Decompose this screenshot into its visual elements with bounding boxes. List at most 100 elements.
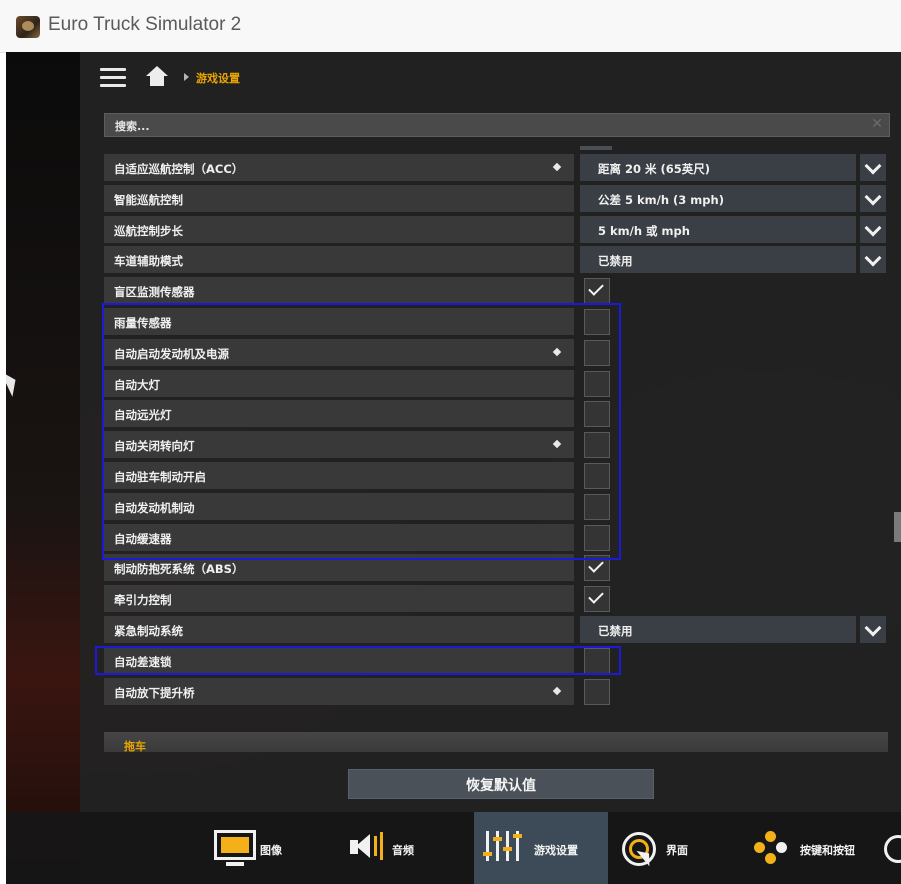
dropdown-value-box[interactable]: 已禁用	[580, 616, 856, 643]
setting-row[interactable]: 自动发动机制动	[104, 493, 574, 520]
setting-label: 牵引力控制	[114, 593, 172, 607]
setting-dropdown[interactable]: 已禁用	[580, 246, 886, 273]
checkbox-unchecked[interactable]	[584, 648, 610, 674]
scrollbar[interactable]	[894, 512, 901, 542]
dropdown-value-box[interactable]: 5 km/h 或 mph	[580, 216, 856, 243]
nav-controls[interactable]: 按键和按钮	[750, 812, 870, 884]
nav-gameplay[interactable]: 游戏设置	[474, 812, 608, 884]
chevron-down-icon[interactable]	[860, 246, 886, 273]
more-nav-icon[interactable]	[884, 835, 901, 863]
search-input[interactable]: 搜索... ✕	[104, 113, 890, 137]
nav-audio[interactable]: 音频	[342, 812, 432, 884]
speaker-cone-icon	[356, 834, 370, 858]
chevron-down-icon[interactable]	[860, 616, 886, 643]
reset-defaults-label: 恢复默认值	[466, 778, 536, 794]
nav-graphics[interactable]: 图像	[206, 812, 296, 884]
clear-search-icon[interactable]: ✕	[871, 116, 883, 132]
setting-label: 自动大灯	[114, 378, 160, 392]
sound-wave-icon	[380, 832, 383, 860]
section-title: 拖车	[124, 740, 146, 753]
dropdown-value-box[interactable]: 公差 5 km/h (3 mph)	[580, 185, 856, 212]
setting-row[interactable]: 智能巡航控制	[104, 185, 574, 212]
button-dot	[765, 853, 776, 864]
nav-graphics-label: 图像	[260, 844, 282, 857]
sliders-icon	[486, 831, 489, 861]
background-scene	[6, 52, 80, 884]
reset-defaults-button[interactable]: 恢复默认值	[348, 769, 654, 799]
info-diamond-icon	[552, 162, 562, 172]
chevron-down-icon[interactable]	[860, 154, 886, 181]
home-icon[interactable]	[146, 66, 168, 88]
checkbox-checked[interactable]	[584, 586, 610, 612]
setting-row[interactable]: 车道辅助模式	[104, 246, 574, 273]
dropdown-value: 5 km/h 或 mph	[598, 224, 690, 238]
nav-controls-label: 按键和按钮	[800, 844, 855, 857]
breadcrumb: 游戏设置	[196, 72, 240, 85]
dropdown-value: 已禁用	[598, 624, 633, 638]
nav-interface[interactable]: 界面	[618, 812, 718, 884]
info-diamond-icon	[552, 439, 562, 449]
setting-row[interactable]: 盲区监测传感器	[104, 277, 574, 304]
setting-label: 自动启动发动机及电源	[114, 347, 229, 361]
breadcrumb-arrow-icon	[184, 73, 189, 81]
setting-row[interactable]: 紧急制动系统	[104, 616, 574, 643]
chevron-down-icon[interactable]	[860, 216, 886, 243]
checkbox-unchecked[interactable]	[584, 371, 610, 397]
dropdown-column-tab	[580, 146, 612, 150]
setting-row[interactable]: 自适应巡航控制（ACC）	[104, 154, 574, 181]
setting-row[interactable]: 自动启动发动机及电源	[104, 339, 574, 366]
setting-row[interactable]: 制动防抱死系统（ABS）	[104, 554, 574, 581]
checkbox-unchecked[interactable]	[584, 525, 610, 551]
search-placeholder: 搜索...	[115, 120, 150, 133]
settings-panel: 游戏设置 搜索... ✕ 自适应巡航控制（ACC） 距离 20 米 (65英尺) 智…	[80, 52, 901, 812]
game-viewport: 游戏设置 搜索... ✕ 自适应巡航控制（ACC） 距离 20 米 (65英尺) 智…	[6, 52, 901, 884]
setting-row[interactable]: 雨量传感器	[104, 308, 574, 335]
setting-row[interactable]: 自动远光灯	[104, 400, 574, 427]
setting-row[interactable]: 牵引力控制	[104, 585, 574, 612]
panel-header: 游戏设置	[80, 52, 901, 104]
dropdown-value-box[interactable]: 已禁用	[580, 246, 856, 273]
setting-row[interactable]: 自动差速锁	[104, 647, 574, 674]
setting-label: 雨量传感器	[114, 316, 172, 330]
checkbox-unchecked[interactable]	[584, 494, 610, 520]
section-header-trailer[interactable]: 拖车	[104, 732, 888, 753]
ets2-app-icon	[16, 16, 40, 38]
checkbox-unchecked[interactable]	[584, 463, 610, 489]
checkbox-checked[interactable]	[584, 555, 610, 581]
dropdown-value-box[interactable]: 距离 20 米 (65英尺)	[580, 154, 856, 181]
monitor-icon	[214, 830, 256, 860]
setting-label: 智能巡航控制	[114, 193, 183, 207]
setting-row[interactable]: 自动放下提升桥	[104, 678, 574, 705]
setting-label: 制动防抱死系统（ABS）	[114, 562, 244, 576]
setting-label: 巡航控制步长	[114, 224, 183, 238]
checkbox-unchecked[interactable]	[584, 432, 610, 458]
setting-dropdown[interactable]: 5 km/h 或 mph	[580, 216, 886, 243]
slider-knob	[513, 834, 522, 838]
hamburger-menu-icon[interactable]	[100, 68, 126, 88]
sound-wave-icon	[374, 836, 377, 856]
setting-row[interactable]: 自动驻车制动开启	[104, 462, 574, 489]
setting-row[interactable]: 自动大灯	[104, 370, 574, 397]
setting-label: 自动差速锁	[114, 655, 172, 669]
setting-dropdown[interactable]: 公差 5 km/h (3 mph)	[580, 185, 886, 212]
setting-row[interactable]: 自动缓速器	[104, 524, 574, 551]
checkbox-unchecked[interactable]	[584, 679, 610, 705]
checkbox-unchecked[interactable]	[584, 401, 610, 427]
setting-dropdown[interactable]: 距离 20 米 (65英尺)	[580, 154, 886, 181]
setting-dropdown[interactable]: 已禁用	[580, 616, 886, 643]
window-title: Euro Truck Simulator 2	[48, 14, 242, 35]
chevron-down-icon[interactable]	[860, 185, 886, 212]
nav-interface-label: 界面	[666, 844, 688, 857]
slider-knob	[493, 837, 502, 841]
window-titlebar: Euro Truck Simulator 2	[0, 0, 901, 53]
checkbox-unchecked[interactable]	[584, 309, 610, 335]
setting-row[interactable]: 巡航控制步长	[104, 216, 574, 243]
checkbox-unchecked[interactable]	[584, 340, 610, 366]
button-dot	[754, 842, 765, 853]
gamepad-buttons-icon	[765, 831, 776, 842]
checkbox-checked[interactable]	[584, 278, 610, 304]
dropdown-value: 公差 5 km/h (3 mph)	[598, 193, 724, 207]
setting-row[interactable]: 自动关闭转向灯	[104, 431, 574, 458]
slider-line	[496, 831, 499, 861]
setting-label: 盲区监测传感器	[114, 285, 195, 299]
